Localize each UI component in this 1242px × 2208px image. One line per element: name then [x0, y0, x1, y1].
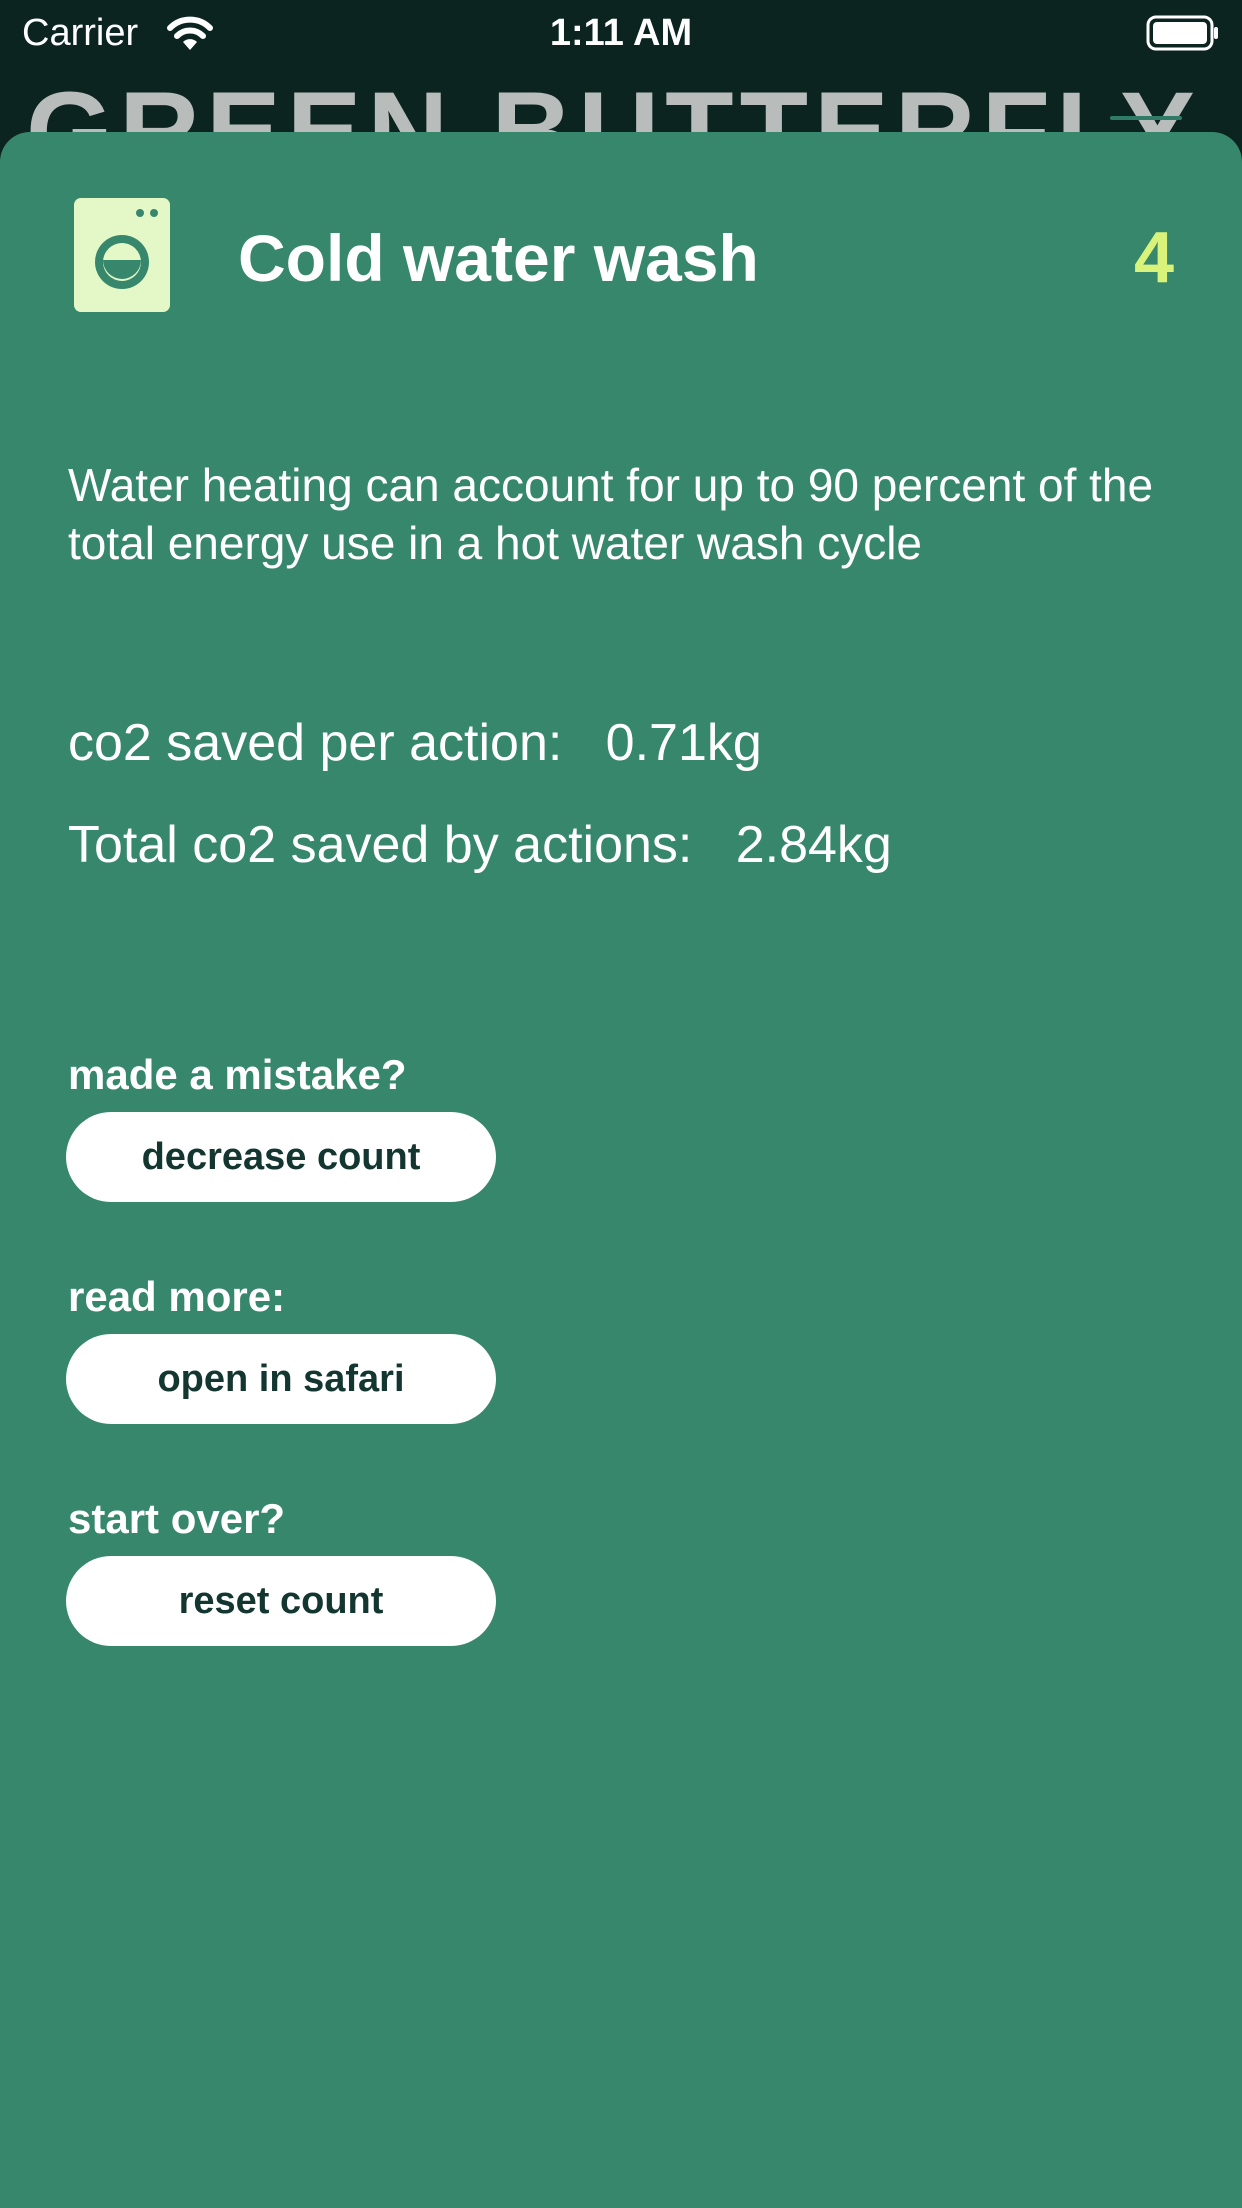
open-in-safari-button[interactable]: open in safari [66, 1334, 496, 1424]
co2-per-action-row: co2 saved per action: 0.71kg [68, 712, 762, 774]
status-time: 1:11 AM [549, 12, 693, 54]
action-description: Water heating can account for up to 90 p… [68, 459, 1154, 569]
decrease-count-button[interactable]: decrease count [66, 1112, 496, 1202]
co2-total-row: Total co2 saved by actions: 2.84kg [68, 814, 892, 876]
menu-icon[interactable] [1110, 116, 1182, 120]
co2-per-action-label: co2 saved per action: [68, 714, 563, 772]
battery-icon [1146, 15, 1218, 51]
status-bar: Carrier 1:11 AM [0, 0, 1242, 66]
co2-total-value: 2.84kg [735, 816, 892, 874]
action-title: Cold water wash [238, 221, 759, 295]
mistake-label: made a mistake? [68, 1051, 407, 1098]
app-screen: Carrier 1:11 AM GREEN BUTTERFLY Cold wat… [0, 0, 1242, 2208]
start-over-label: start over? [68, 1495, 286, 1542]
action-count: 4 [1133, 218, 1174, 298]
washing-machine-icon [74, 198, 170, 312]
read-more-label: read more: [68, 1273, 286, 1320]
action-detail-sheet: Cold water wash 4 Water heating can acco… [0, 132, 1242, 2208]
co2-per-action-value: 0.71kg [605, 714, 762, 772]
co2-total-label: Total co2 saved by actions: [68, 816, 693, 874]
reset-count-button[interactable]: reset count [66, 1556, 496, 1646]
